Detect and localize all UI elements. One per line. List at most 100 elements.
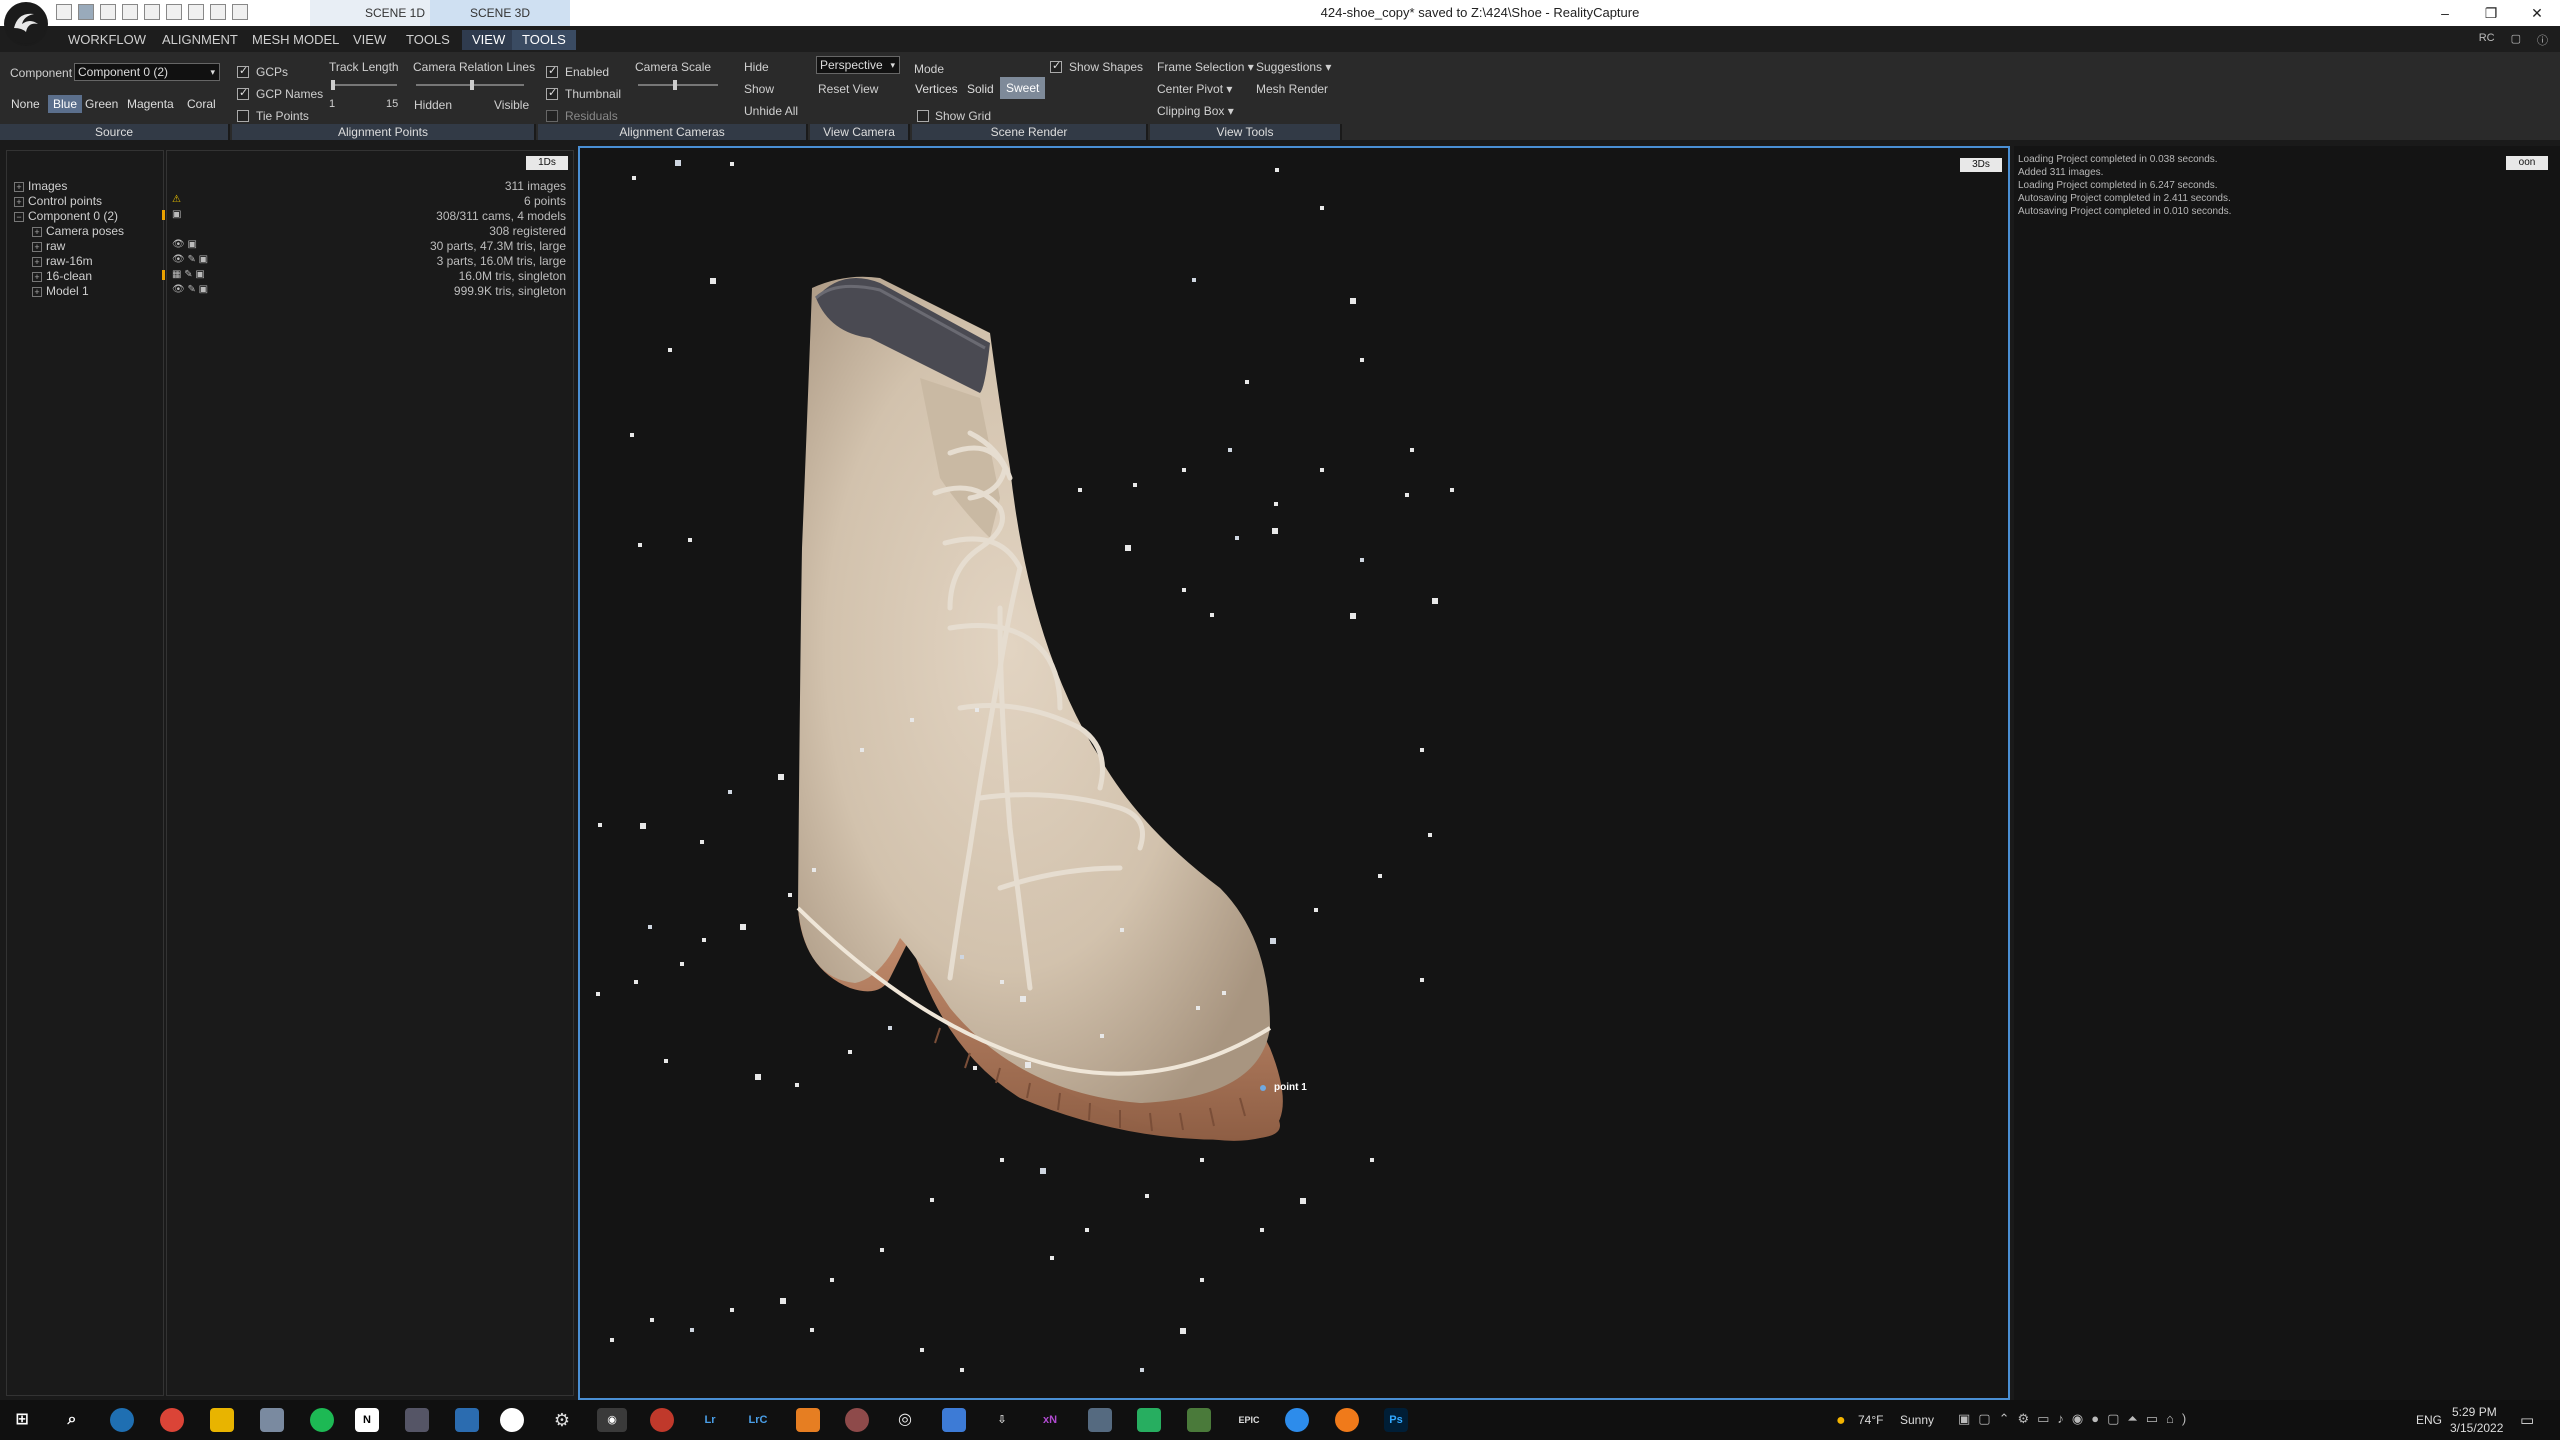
app-icon[interactable]: [260, 1408, 284, 1432]
tree-item-images[interactable]: + Images: [14, 179, 67, 193]
tree-item-camera-poses[interactable]: + Camera poses: [32, 224, 124, 238]
panel-3ds-button[interactable]: 3Ds: [1960, 158, 2002, 172]
color-green-button[interactable]: Green: [80, 95, 123, 113]
enabled-checkbox[interactable]: [546, 64, 558, 78]
layout-3-icon[interactable]: [122, 4, 138, 20]
layout-2-icon[interactable]: [100, 4, 116, 20]
layout-icon[interactable]: [56, 4, 72, 20]
hide-button[interactable]: Hide: [744, 60, 769, 74]
frame-selection-button[interactable]: Frame Selection ▾: [1157, 60, 1254, 74]
clock-time[interactable]: 5:29 PM: [2452, 1405, 2497, 1419]
rc-label[interactable]: RC: [2479, 32, 2495, 48]
panel-1ds-button[interactable]: 1Ds: [526, 156, 568, 170]
menu-view[interactable]: VIEW: [343, 30, 396, 50]
app-icon[interactable]: [405, 1408, 429, 1432]
menu-tools-contextual[interactable]: TOOLS: [512, 30, 576, 50]
color-none-button[interactable]: None: [6, 95, 45, 113]
weather-text[interactable]: Sunny: [1900, 1413, 1934, 1427]
spotify-icon[interactable]: [310, 1408, 334, 1432]
show-button[interactable]: Show: [744, 82, 774, 96]
tab-scene-3d[interactable]: SCENE 3D: [430, 0, 570, 26]
mode-solid-button[interactable]: Solid: [962, 80, 999, 98]
color-magenta-button[interactable]: Magenta: [122, 95, 179, 113]
unhide-all-button[interactable]: Unhide All: [744, 104, 798, 118]
scene-3d-viewport[interactable]: 3Ds point 1: [578, 146, 2010, 1400]
suggestions-button[interactable]: Suggestions ▾: [1256, 60, 1331, 74]
undo-icon[interactable]: [210, 4, 226, 20]
minimize-button[interactable]: –: [2422, 0, 2468, 26]
mode-vertices-button[interactable]: Vertices: [910, 80, 963, 98]
thumbnail-checkbox[interactable]: [546, 86, 558, 100]
app-icon[interactable]: [942, 1408, 966, 1432]
color-blue-button[interactable]: Blue: [48, 95, 83, 113]
page-icon[interactable]: ▢: [2511, 32, 2521, 48]
track-length-slider[interactable]: [331, 84, 397, 86]
model-icon[interactable]: ▦ ✎ ▣: [172, 269, 205, 280]
panel-console-button[interactable]: oon: [2506, 156, 2548, 170]
tree-item-model-1[interactable]: + Model 1: [32, 284, 89, 298]
tree-item-raw-16m[interactable]: + raw-16m: [32, 254, 93, 268]
app-icon[interactable]: [796, 1408, 820, 1432]
search-icon[interactable]: ⌕: [60, 1408, 84, 1432]
track-length-knob[interactable]: [331, 80, 335, 90]
steam-icon[interactable]: ◎: [893, 1408, 917, 1432]
epic-icon[interactable]: EPIC: [1237, 1408, 1261, 1432]
camera-relation-knob[interactable]: [470, 80, 474, 90]
settings-icon[interactable]: ⚙: [550, 1408, 574, 1432]
menu-tools[interactable]: TOOLS: [396, 30, 460, 50]
app-icon[interactable]: [650, 1408, 674, 1432]
app-icon[interactable]: [1088, 1408, 1112, 1432]
reset-view-button[interactable]: Reset View: [818, 82, 878, 96]
menu-workflow[interactable]: WORKFLOW: [58, 30, 156, 50]
mesh-render-button[interactable]: Mesh Render: [1256, 82, 1328, 96]
close-button[interactable]: ✕: [2514, 0, 2560, 26]
tree-item-control-points[interactable]: + Control points: [14, 194, 102, 208]
camera-scale-slider[interactable]: [638, 84, 718, 86]
show-shapes-checkbox[interactable]: [1050, 59, 1062, 73]
menu-view-contextual[interactable]: VIEW: [462, 30, 516, 50]
tie-points-checkbox[interactable]: [237, 110, 249, 122]
download-icon[interactable]: ⇩: [990, 1408, 1014, 1432]
mail-icon[interactable]: [455, 1408, 479, 1432]
gcps-checkbox[interactable]: [237, 64, 249, 78]
obs-icon[interactable]: [500, 1408, 524, 1432]
eye-icon[interactable]: 👁 ▣: [172, 239, 197, 250]
residuals-checkbox[interactable]: [546, 110, 558, 122]
eye-icon[interactable]: 👁 ✎ ▣: [172, 254, 208, 265]
tree-item-component[interactable]: − Component 0 (2): [14, 209, 118, 223]
blender-icon[interactable]: [1335, 1408, 1359, 1432]
center-pivot-button[interactable]: Center Pivot ▾: [1157, 82, 1232, 96]
camera-scale-knob[interactable]: [673, 80, 677, 90]
show-grid-checkbox[interactable]: [917, 110, 929, 122]
photoshop-icon[interactable]: Ps: [1384, 1408, 1408, 1432]
gcp-names-checkbox[interactable]: [237, 86, 249, 100]
menu-alignment[interactable]: ALIGNMENT: [152, 30, 248, 50]
eye-icon[interactable]: 👁 ✎ ▣: [172, 284, 208, 295]
clipping-box-button[interactable]: Clipping Box ▾: [1157, 104, 1234, 118]
weather-icon[interactable]: ●: [1836, 1412, 1846, 1430]
clock-date[interactable]: 3/15/2022: [2450, 1421, 2503, 1435]
notifications-icon[interactable]: ▭: [2520, 1411, 2534, 1429]
notion-icon[interactable]: N: [355, 1408, 379, 1432]
layout-4-icon[interactable]: [144, 4, 160, 20]
tray-icons[interactable]: ▣▢⌃⚙▭♪◉●▢⏶▭⌂): [1958, 1411, 2194, 1427]
layout-5-icon[interactable]: [166, 4, 182, 20]
layout-1-icon[interactable]: [78, 4, 94, 20]
mode-sweet-button[interactable]: Sweet: [1000, 77, 1046, 99]
tree-item-raw[interactable]: + raw: [32, 239, 65, 253]
color-coral-button[interactable]: Coral: [182, 95, 221, 113]
davinci-icon[interactable]: [845, 1408, 869, 1432]
app-logo-icon[interactable]: [4, 2, 48, 46]
language-indicator[interactable]: ENG: [2416, 1413, 2442, 1427]
menu-mesh-model[interactable]: MESH MODEL: [242, 30, 349, 50]
maximize-button[interactable]: ❐: [2468, 0, 2514, 26]
file-explorer-icon[interactable]: [210, 1408, 234, 1432]
lightroom-classic-icon[interactable]: LrC: [746, 1408, 770, 1432]
redo-icon[interactable]: [232, 4, 248, 20]
layout-6-icon[interactable]: [188, 4, 204, 20]
chrome-icon[interactable]: [160, 1408, 184, 1432]
info-icon[interactable]: ⓘ: [2537, 32, 2548, 48]
weather-temp[interactable]: 74°F: [1858, 1413, 1883, 1427]
app-icon[interactable]: [1285, 1408, 1309, 1432]
tree-item-16-clean[interactable]: +16-clean: [32, 269, 92, 283]
